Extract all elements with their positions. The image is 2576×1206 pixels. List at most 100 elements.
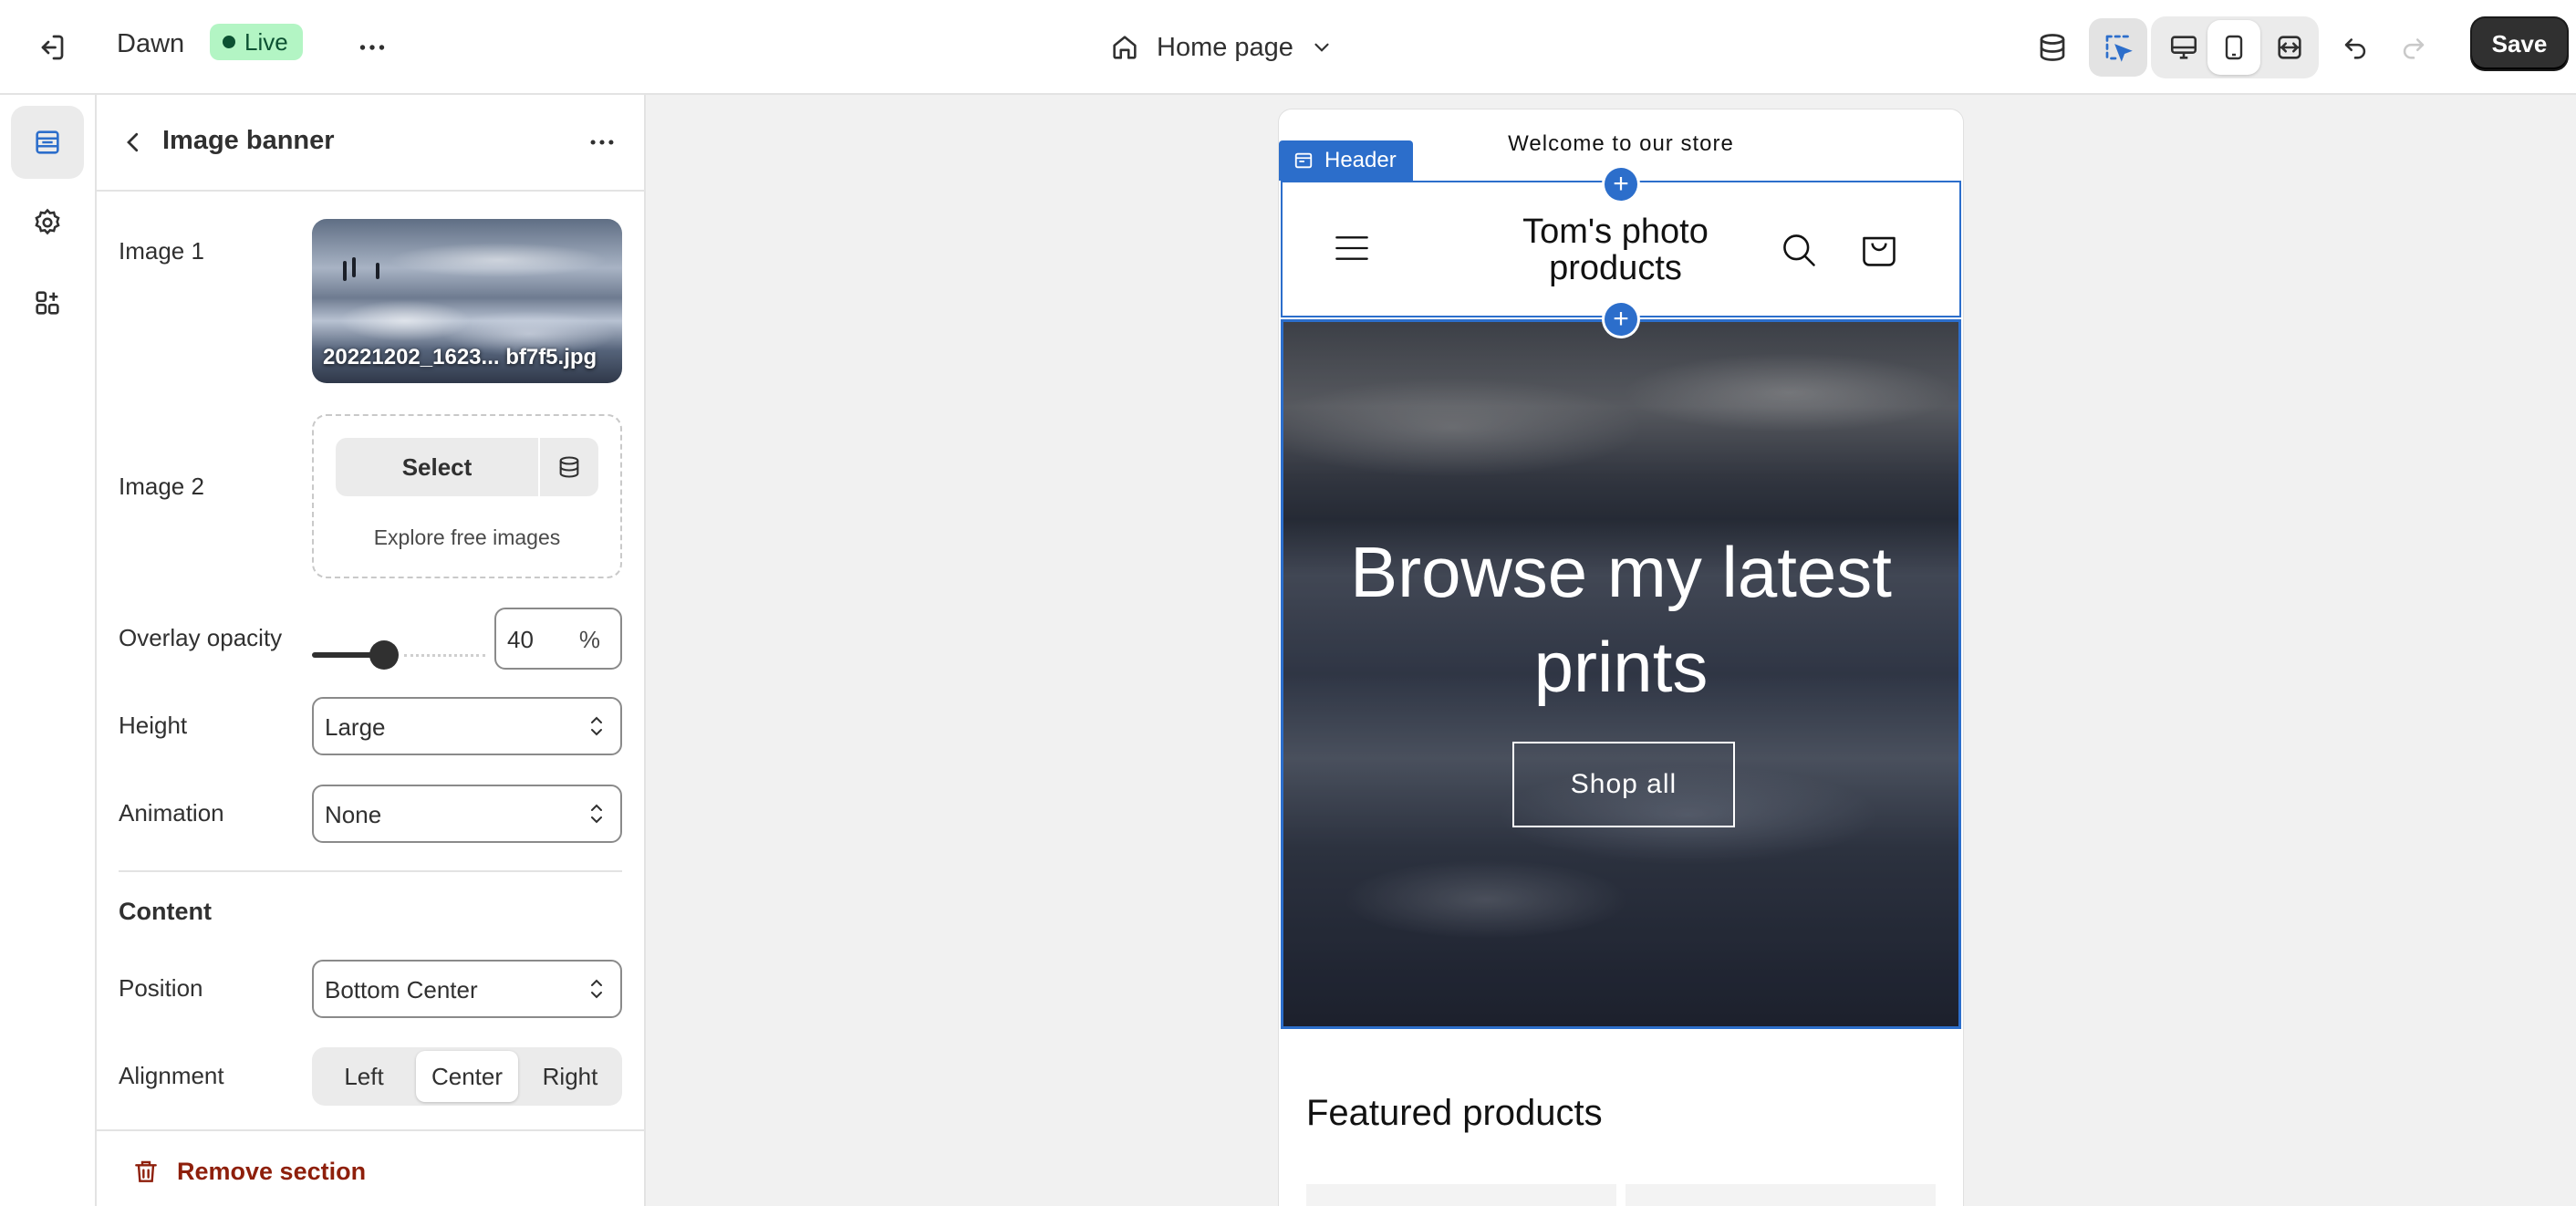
select-chevrons-icon bbox=[591, 804, 602, 824]
more-horizontal-icon bbox=[590, 140, 614, 145]
exit-button[interactable] bbox=[22, 18, 80, 77]
database-icon bbox=[559, 456, 579, 478]
redo-icon bbox=[2403, 38, 2425, 59]
remove-section-button[interactable]: Remove section bbox=[131, 1157, 366, 1186]
image2-select-button[interactable]: Select bbox=[336, 438, 538, 496]
image-banner-section[interactable]: Browse my latest prints Shop all bbox=[1281, 319, 1961, 1029]
redo-button[interactable] bbox=[2384, 18, 2443, 77]
exit-icon bbox=[41, 35, 64, 60]
theme-actions-button[interactable] bbox=[343, 18, 401, 77]
product-card[interactable] bbox=[1306, 1184, 1616, 1206]
add-section-between-button[interactable]: + bbox=[1605, 303, 1637, 336]
full-width-view-button[interactable] bbox=[2260, 18, 2319, 77]
search-icon[interactable] bbox=[1779, 230, 1819, 270]
shop-all-button[interactable]: Shop all bbox=[1512, 742, 1735, 827]
animation-select-value: None bbox=[325, 801, 382, 828]
overlay-opacity-value: 40 bbox=[507, 626, 534, 653]
alignment-option-right[interactable]: Right bbox=[522, 1051, 618, 1102]
mobile-view-button[interactable] bbox=[2207, 20, 2260, 75]
theme-check-button[interactable] bbox=[2023, 18, 2082, 77]
overlay-opacity-unit: % bbox=[578, 626, 600, 653]
more-horizontal-icon bbox=[359, 45, 385, 50]
image1-filename: 20221202_1623... bf7f5.jpg bbox=[323, 345, 597, 369]
status-badge: Live bbox=[210, 24, 303, 60]
position-select[interactable]: Bottom Center bbox=[312, 960, 622, 1018]
header-section-icon bbox=[1294, 152, 1313, 169]
fullscreen-icon bbox=[2278, 36, 2301, 59]
height-select-value: Large bbox=[325, 713, 386, 741]
desktop-view-button[interactable] bbox=[2155, 18, 2213, 77]
sections-tab[interactable] bbox=[11, 106, 84, 179]
save-button[interactable]: Save bbox=[2472, 18, 2567, 69]
select-chevrons-icon bbox=[591, 716, 602, 736]
trash-icon bbox=[135, 1160, 157, 1182]
image2-label: Image 2 bbox=[119, 473, 204, 500]
home-icon bbox=[1113, 36, 1137, 59]
divider bbox=[97, 1129, 644, 1131]
header-section-tag-label: Header bbox=[1324, 148, 1397, 172]
database-icon bbox=[2040, 34, 2065, 61]
overlay-opacity-input[interactable]: 40 % bbox=[494, 608, 622, 670]
hamburger-menu-icon[interactable] bbox=[1334, 230, 1370, 266]
status-dot-icon bbox=[223, 36, 235, 48]
image1-picker[interactable]: 20221202_1623... bf7f5.jpg bbox=[312, 219, 622, 383]
gear-icon bbox=[35, 208, 60, 235]
add-section-above-button[interactable]: + bbox=[1605, 168, 1637, 201]
back-button[interactable] bbox=[108, 117, 159, 168]
position-label: Position bbox=[119, 974, 203, 1002]
image-silhouette bbox=[376, 263, 379, 279]
theme-settings-tab[interactable] bbox=[11, 186, 84, 259]
height-select[interactable]: Large bbox=[312, 697, 622, 755]
select-cursor-icon bbox=[2105, 35, 2133, 62]
alignment-label: Alignment bbox=[119, 1062, 224, 1089]
section-settings-panel: Image banner Image 1 20221202_1623... bf… bbox=[97, 95, 646, 1206]
chevron-left-icon bbox=[127, 132, 139, 152]
animation-label: Animation bbox=[119, 799, 224, 827]
theme-name: Dawn bbox=[117, 29, 185, 58]
page-selector-label: Home page bbox=[1157, 32, 1293, 62]
mobile-icon bbox=[2225, 35, 2243, 60]
cart-icon[interactable] bbox=[1859, 228, 1899, 270]
store-logo[interactable]: Tom's photo products bbox=[1465, 213, 1766, 286]
desktop-icon bbox=[2170, 36, 2197, 59]
apps-icon bbox=[36, 291, 59, 315]
panel-title: Image banner bbox=[162, 126, 335, 155]
product-card[interactable] bbox=[1626, 1184, 1936, 1206]
page-selector[interactable]: Home page bbox=[1095, 20, 1348, 75]
content-heading: Content bbox=[119, 898, 212, 925]
position-select-value: Bottom Center bbox=[325, 976, 478, 1003]
header-section[interactable]: Tom's photo products bbox=[1281, 181, 1961, 317]
height-label: Height bbox=[119, 712, 188, 739]
overlay-opacity-label: Overlay opacity bbox=[119, 624, 283, 651]
section-actions-button[interactable] bbox=[576, 117, 628, 168]
app-embeds-tab[interactable] bbox=[11, 266, 84, 339]
sections-icon bbox=[36, 130, 59, 154]
image2-library-button[interactable] bbox=[540, 438, 598, 496]
banner-heading: Browse my latest prints bbox=[1350, 532, 1892, 707]
overlay-opacity-slider[interactable] bbox=[312, 637, 485, 673]
header-section-tag: Header bbox=[1279, 140, 1413, 181]
image-silhouette bbox=[343, 261, 347, 281]
image1-label: Image 1 bbox=[119, 237, 204, 265]
slider-track bbox=[404, 654, 485, 657]
divider bbox=[119, 870, 622, 872]
chevron-down-icon bbox=[1314, 43, 1329, 52]
undo-icon bbox=[2344, 38, 2366, 59]
remove-section-label: Remove section bbox=[177, 1157, 367, 1185]
slider-thumb[interactable] bbox=[369, 640, 399, 670]
undo-button[interactable] bbox=[2326, 18, 2384, 77]
animation-select[interactable]: None bbox=[312, 785, 622, 843]
explore-free-images-link[interactable]: Explore free images bbox=[314, 525, 620, 550]
top-bar: Dawn Live Home page Save bbox=[0, 0, 2576, 95]
image2-dropzone: Select Explore free images bbox=[312, 414, 622, 578]
storefront-preview: Welcome to our store Tom's photo product… bbox=[1279, 109, 1963, 1206]
status-badge-label: Live bbox=[244, 27, 288, 56]
select-chevrons-icon bbox=[591, 979, 602, 999]
alignment-option-left[interactable]: Left bbox=[316, 1051, 412, 1102]
alignment-segmented-control: Left Center Right bbox=[312, 1047, 622, 1106]
alignment-option-center[interactable]: Center bbox=[416, 1051, 518, 1102]
panel-header: Image banner bbox=[97, 95, 644, 192]
inspector-button[interactable] bbox=[2089, 18, 2147, 77]
editor-sidebar-rail bbox=[0, 95, 97, 1206]
featured-products-title: Featured products bbox=[1306, 1093, 1603, 1133]
